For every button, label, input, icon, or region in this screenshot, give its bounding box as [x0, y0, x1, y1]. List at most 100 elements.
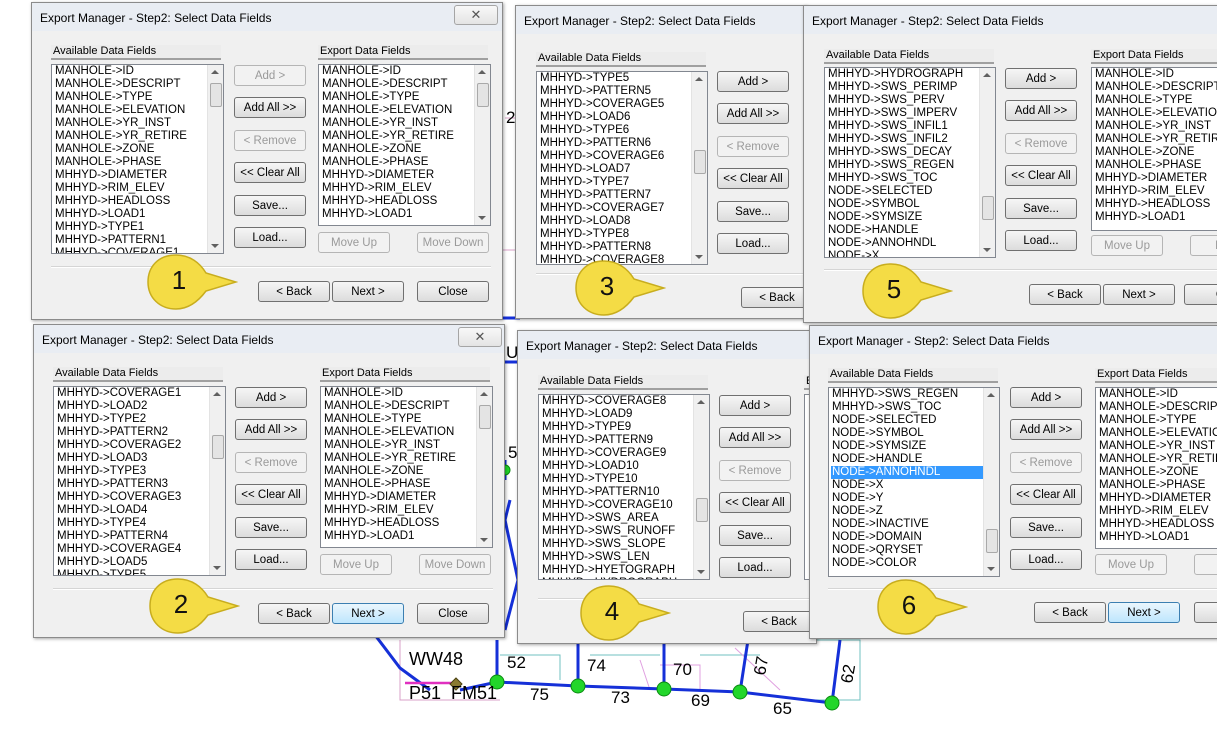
scroll-up-arrow-icon[interactable] [697, 400, 705, 404]
available-fields-list[interactable]: MHHYD->SWS_REGEN MHHYD->SWS_TOC NODE->SELE… [828, 387, 1000, 577]
field-list-item[interactable]: MHHYD->TYPE5 [539, 72, 707, 85]
available-fields-list[interactable]: MHHYD->COVERAGE8 MHHYD->LOAD9 MHHYD->TYPE9… [538, 394, 710, 580]
scroll-up-arrow-icon[interactable] [987, 393, 995, 397]
field-list-item[interactable]: MHHYD->SWS_IMPERV [827, 107, 995, 120]
field-list-item[interactable]: MHHYD->PATTERN8 [539, 241, 707, 254]
field-list-item[interactable]: NODE->DOMAIN [831, 531, 999, 544]
field-list-item[interactable]: NODE->HANDLE [827, 224, 995, 237]
back-button[interactable]: < Back [258, 603, 330, 624]
field-list-item[interactable]: MHHYD->TYPE4 [56, 517, 225, 530]
field-list-item[interactable]: MANHOLE->ELEVATION [54, 104, 223, 117]
field-list-item[interactable]: MHHYD->LOAD3 [56, 452, 225, 465]
field-list-item[interactable]: MANHOLE->YR_RETIRE [1098, 453, 1217, 466]
remove-button[interactable]: < Remove [234, 130, 306, 151]
back-button[interactable]: < Back [741, 287, 806, 308]
load-button[interactable]: Load... [235, 549, 307, 570]
scroll-up-arrow-icon[interactable] [213, 392, 221, 396]
field-list-item[interactable]: MHHYD->LOAD7 [539, 163, 707, 176]
clear-all-button[interactable]: << Clear All [234, 162, 306, 183]
field-list-item[interactable]: MHHYD->TYPE1 [54, 221, 223, 234]
save-button[interactable]: Save... [1005, 198, 1077, 219]
available-list-scrollbar[interactable] [209, 387, 225, 575]
field-list-item[interactable]: MANHOLE->YR_RETIRE [54, 130, 223, 143]
field-list-item[interactable]: MHHYD->DIAMETER [321, 169, 490, 182]
field-list-item[interactable]: MHHYD->COVERAGE10 [541, 499, 709, 512]
field-list-item[interactable]: MHHYD->SWS_LEN [541, 551, 709, 564]
field-list-item[interactable]: MHHYD->TYPE2 [56, 413, 225, 426]
field-list-item[interactable]: MHHYD->RIM_ELEV [321, 182, 490, 195]
export-fields-list[interactable]: MANHOLE->ID MANHOLE->DESCRIPT MANHOLE->TYP… [320, 386, 493, 548]
field-list-item[interactable]: MANHOLE->PHASE [54, 156, 223, 169]
field-list-item[interactable]: MHHYD->TYPE6 [539, 124, 707, 137]
field-list-item[interactable]: MHHYD->HEADLOSS [1094, 198, 1217, 211]
field-list-item[interactable]: MHHYD->COVERAGE4 [56, 543, 225, 556]
load-button[interactable]: Load... [1010, 549, 1082, 570]
field-list-item[interactable]: MANHOLE->DESCRIPT [321, 78, 490, 91]
save-button[interactable]: Save... [1010, 517, 1082, 538]
field-list-item[interactable]: MANHOLE->PHASE [1094, 159, 1217, 172]
field-list-item[interactable]: MANHOLE->YR_INST [1098, 440, 1217, 453]
field-list-item[interactable]: MANHOLE->YR_RETIRE [321, 130, 490, 143]
field-list-item[interactable]: MHHYD->TYPE3 [56, 465, 225, 478]
field-list-item[interactable]: MANHOLE->PHASE [323, 478, 492, 491]
field-list-item[interactable]: MANHOLE->ZONE [323, 465, 492, 478]
field-list-item[interactable]: MHHYD->SWS_TOC [831, 401, 999, 414]
field-list-item[interactable]: MANHOLE->ID [1094, 68, 1217, 81]
export-list-scrollbar[interactable] [476, 387, 492, 547]
field-list-item[interactable]: MHHYD->RIM_ELEV [54, 182, 223, 195]
clear-all-button[interactable]: << Clear All [1010, 484, 1082, 505]
add-all-button[interactable]: Add All >> [235, 419, 307, 440]
remove-button[interactable]: < Remove [1010, 452, 1082, 473]
export-fields-list[interactable]: MANHOLE->ID MANHOLE->DESCRIPT MANHOLE->TYP… [318, 64, 491, 226]
field-list-item[interactable]: MHHYD->LOAD1 [1094, 211, 1217, 224]
clear-all-button[interactable]: << Clear All [235, 484, 307, 505]
field-list-item[interactable]: MHHYD->SWS_REGEN [827, 159, 995, 172]
available-list-scrollbar[interactable] [691, 72, 707, 264]
field-list-item[interactable]: NODE->Y [831, 492, 999, 505]
field-list-item[interactable]: MANHOLE->ZONE [1094, 146, 1217, 159]
scroll-down-arrow-icon[interactable] [695, 255, 703, 259]
scroll-down-arrow-icon[interactable] [213, 566, 221, 570]
add-all-button[interactable]: Add All >> [1010, 419, 1082, 440]
field-list-item[interactable]: MHHYD->COVERAGE2 [56, 439, 225, 452]
field-list-item[interactable]: MANHOLE->TYPE [1098, 414, 1217, 427]
field-list-item[interactable]: MANHOLE->DESCRIPT [1098, 401, 1217, 414]
save-button[interactable]: Save... [235, 517, 307, 538]
export-fields-list[interactable]: MANHOLE->ID MANHOLE->DESCRIPT MANHOLE->TYP… [1091, 67, 1217, 231]
field-list-item[interactable]: NODE->SYMBOL [831, 427, 999, 440]
remove-button[interactable]: < Remove [719, 460, 791, 481]
field-list-item[interactable]: MANHOLE->YR_INST [54, 117, 223, 130]
field-list-item[interactable]: MHHYD->TYPE7 [539, 176, 707, 189]
field-list-item[interactable]: MHHYD->PATTERN4 [56, 530, 225, 543]
field-list-item[interactable]: MHHYD->HYETOGRAPH [541, 564, 709, 577]
scroll-thumb[interactable] [212, 435, 224, 459]
field-list-item[interactable]: MHHYD->DIAMETER [1094, 172, 1217, 185]
field-list-item[interactable]: MANHOLE->ID [1098, 388, 1217, 401]
field-list-item[interactable]: MANHOLE->ZONE [54, 143, 223, 156]
scroll-thumb[interactable] [694, 150, 706, 174]
move-up-button[interactable]: Move Up [320, 554, 392, 575]
scroll-up-arrow-icon[interactable] [983, 73, 991, 77]
field-list-item[interactable]: MANHOLE->ID [54, 65, 223, 78]
field-list-item[interactable]: MHHYD->PATTERN7 [539, 189, 707, 202]
next-button[interactable]: Next > [1103, 284, 1175, 305]
field-list-item[interactable]: MANHOLE->TYPE [54, 91, 223, 104]
field-list-item[interactable]: MHHYD->TYPE10 [541, 473, 709, 486]
field-list-item[interactable]: MHHYD->LOAD1 [54, 208, 223, 221]
load-button[interactable]: Load... [234, 227, 306, 248]
field-list-item[interactable]: MANHOLE->YR_INST [321, 117, 490, 130]
field-list-item[interactable]: MHHYD->LOAD1 [1098, 531, 1217, 544]
field-list-item[interactable]: MANHOLE->PHASE [321, 156, 490, 169]
field-list-item[interactable]: MHHYD->HYDROGRAPH [827, 68, 995, 81]
field-list-item[interactable]: MANHOLE->TYPE [323, 413, 492, 426]
field-list-item[interactable]: MHHYD->LOAD9 [541, 408, 709, 421]
field-list-item[interactable]: MHHYD->PATTERN10 [541, 486, 709, 499]
field-list-item[interactable]: MHHYD->LOAD4 [56, 504, 225, 517]
field-list-item[interactable]: MHHYD->COVERAGE6 [539, 150, 707, 163]
field-list-item[interactable]: MHHYD->SWS_DECAY [827, 146, 995, 159]
add-all-button[interactable]: Add All >> [719, 427, 791, 448]
close-x-icon[interactable]: ✕ [458, 327, 502, 347]
scroll-thumb[interactable] [986, 529, 998, 553]
clear-all-button[interactable]: << Clear All [719, 492, 791, 513]
field-list-item[interactable]: MHHYD->PATTERN2 [56, 426, 225, 439]
